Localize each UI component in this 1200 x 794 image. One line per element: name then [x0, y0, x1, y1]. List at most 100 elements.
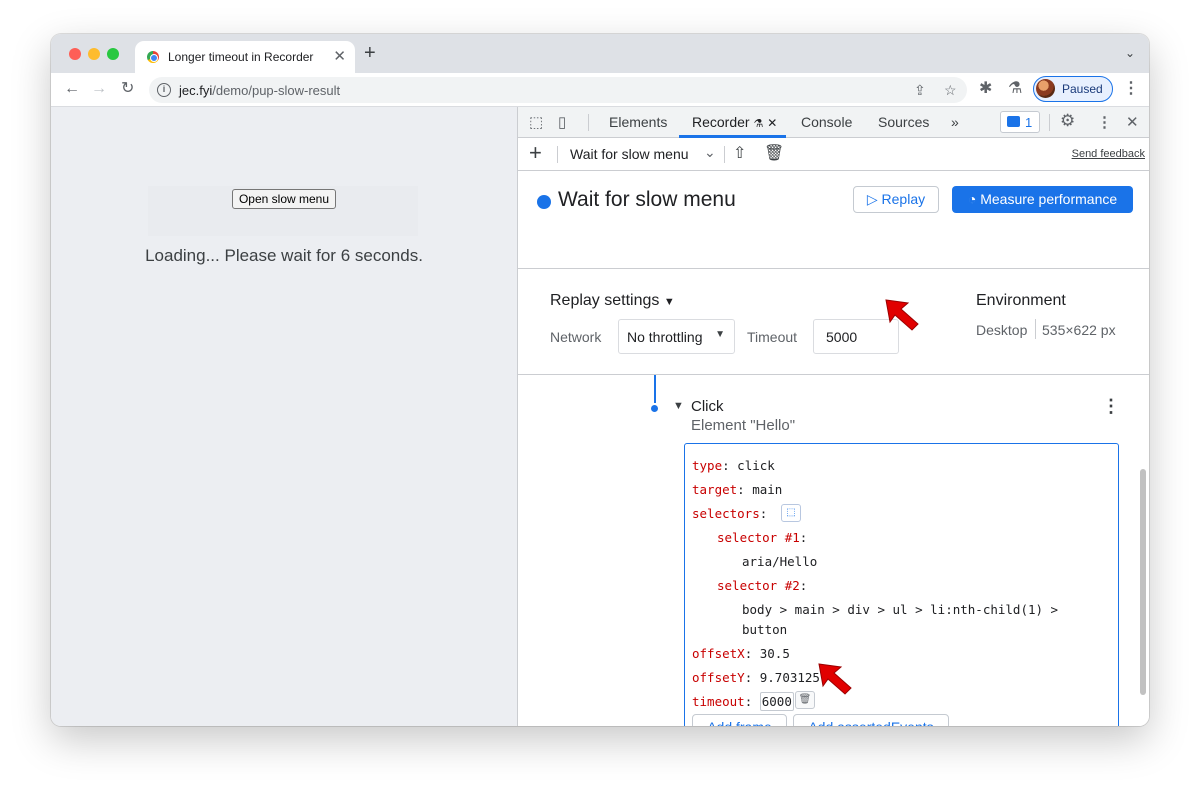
browser-toolbar: ← → ↻ i jec.fyi/demo/pup-slow-result ⇪ ☆…: [51, 73, 1149, 107]
close-tab-icon[interactable]: ✕: [767, 116, 777, 130]
tab-console[interactable]: Console: [801, 114, 852, 130]
browser-menu-icon[interactable]: ⋮: [1123, 80, 1139, 98]
selector-1-value[interactable]: aria/Hello: [742, 554, 817, 569]
environment-size: 535×622 px: [1042, 322, 1116, 338]
delete-property-icon[interactable]: 🗑: [795, 691, 815, 709]
divider: [588, 114, 589, 131]
step-target-row[interactable]: target: main: [692, 482, 782, 497]
step-editor: type: click target: main selectors: ⬚ se…: [684, 443, 1119, 726]
annotation-arrow-icon: [885, 299, 919, 331]
extensions-puzzle-icon[interactable]: ✱: [979, 80, 992, 98]
maximize-window-button[interactable]: [107, 48, 119, 60]
caret-down-icon: ▼: [715, 329, 725, 340]
replay-settings-section: Replay settings ▼ Network No throttling …: [518, 269, 1149, 375]
device-toolbar-icon[interactable]: ▯: [558, 113, 566, 131]
message-icon: [1007, 116, 1020, 127]
create-recording-icon[interactable]: +: [529, 142, 542, 164]
selector-picker-icon[interactable]: ⬚: [781, 504, 801, 522]
page-viewport: Open slow menu Loading... Please wait fo…: [51, 107, 517, 726]
labs-flask-icon[interactable]: ⚗: [1008, 80, 1022, 98]
step-timeout-input[interactable]: 6000: [759, 692, 794, 711]
delete-recording-icon[interactable]: 🗑: [764, 143, 784, 163]
selector-1-key: selector #1:: [717, 530, 808, 545]
tab-sources[interactable]: Sources: [878, 114, 929, 130]
step-title[interactable]: Click: [691, 398, 724, 415]
replay-settings-toggle[interactable]: Replay settings ▼: [550, 292, 675, 310]
back-arrow-icon[interactable]: ←: [64, 80, 80, 98]
tab-elements[interactable]: Elements: [609, 114, 667, 130]
forward-arrow-icon[interactable]: →: [91, 80, 107, 98]
more-tabs-icon[interactable]: »: [951, 114, 959, 130]
step-menu-icon[interactable]: ⋮: [1102, 396, 1120, 417]
export-icon[interactable]: ⇧: [733, 143, 746, 163]
url-text: jec.fyi/demo/pup-slow-result: [179, 83, 341, 98]
selector-2-key: selector #2:: [717, 578, 808, 593]
browser-window: Longer timeout in Recorder ✕ + ⌄ ← → ↻ i…: [51, 34, 1149, 726]
selector-2-value[interactable]: body > main > div > ul > li:nth-child(1)…: [742, 602, 1058, 617]
browser-tab[interactable]: Longer timeout in Recorder ✕: [135, 41, 355, 73]
network-throttling-select[interactable]: No throttling ▼: [618, 319, 735, 354]
info-icon[interactable]: i: [157, 83, 171, 97]
recording-header: Wait for slow menu ▷ Replay ◔ Measure pe…: [518, 171, 1149, 269]
devtools-tab-bar: ⬚ ▯ Elements Recorder ⚗ ✕ Console Source…: [518, 107, 1149, 138]
step-selectors-row: selectors:: [692, 506, 768, 521]
step-type-row[interactable]: type: click: [692, 458, 775, 473]
tab-close-icon[interactable]: ✕: [333, 47, 346, 65]
timeline-dot: [651, 405, 658, 412]
tab-search-chevron-icon[interactable]: ⌄: [1125, 46, 1135, 60]
devtools-panel: ⬚ ▯ Elements Recorder ⚗ ✕ Console Source…: [517, 107, 1149, 726]
annotation-arrow-icon: [818, 663, 852, 695]
experiment-flask-icon: ⚗: [753, 118, 764, 130]
send-feedback-link[interactable]: Send feedback: [1072, 148, 1145, 160]
recording-title[interactable]: Wait for slow menu: [558, 188, 736, 212]
measure-performance-button[interactable]: ◔ Measure performance: [952, 186, 1133, 213]
caret-down-icon: ▼: [663, 296, 675, 308]
close-window-button[interactable]: [69, 48, 81, 60]
network-value: No throttling: [627, 329, 703, 345]
scrollbar-thumb[interactable]: [1140, 469, 1146, 695]
chevron-down-icon[interactable]: ⌄: [704, 144, 716, 161]
bookmark-star-icon[interactable]: ☆: [944, 82, 957, 99]
gauge-icon: ◔: [967, 191, 977, 207]
network-label: Network: [550, 329, 602, 345]
timeline-line: [654, 375, 656, 403]
add-asserted-events-button[interactable]: Add assertedEvents: [793, 714, 949, 726]
tab-title: Longer timeout in Recorder: [168, 50, 314, 64]
issues-count: 1: [1025, 115, 1033, 130]
step-expand-caret-icon[interactable]: ▼: [673, 400, 684, 412]
address-bar[interactable]: i jec.fyi/demo/pup-slow-result ⇪ ☆: [149, 77, 967, 103]
recorder-toolbar: + Wait for slow menu ⌄ ⇧ 🗑 Send feedback: [518, 138, 1149, 171]
share-icon[interactable]: ⇪: [914, 82, 926, 99]
recording-status-dot: [537, 195, 551, 209]
step-offsetx-row[interactable]: offsetX: 30.5: [692, 646, 790, 661]
profile-status: Paused: [1062, 82, 1103, 96]
tab-recorder[interactable]: Recorder ⚗ ✕: [692, 114, 777, 130]
devtools-menu-icon[interactable]: ⋮: [1097, 113, 1112, 131]
recording-select[interactable]: Wait for slow menu: [570, 146, 689, 162]
divider: [724, 146, 725, 163]
timeout-label: Timeout: [747, 329, 798, 345]
issues-counter-button[interactable]: 1: [1000, 111, 1040, 133]
step-subtitle: Element "Hello": [691, 417, 796, 434]
environment-device: Desktop: [976, 322, 1028, 338]
inspect-element-icon[interactable]: ⬚: [529, 113, 543, 131]
environment-title: Environment: [976, 292, 1066, 309]
reload-icon[interactable]: ↻: [121, 80, 134, 98]
profile-paused-button[interactable]: Paused: [1033, 76, 1113, 102]
divider: [1049, 114, 1050, 131]
loading-message: Loading... Please wait for 6 seconds.: [145, 246, 423, 265]
tab-strip: Longer timeout in Recorder ✕ + ⌄: [51, 34, 1149, 73]
open-slow-menu-button[interactable]: Open slow menu: [232, 189, 336, 209]
step-offsety-row[interactable]: offsetY: 9.703125: [692, 670, 820, 685]
close-devtools-icon[interactable]: ✕: [1126, 113, 1139, 131]
settings-gear-icon[interactable]: ⚙: [1060, 111, 1075, 131]
new-tab-button[interactable]: +: [364, 43, 376, 63]
divider: [557, 146, 558, 163]
selector-2-value-cont[interactable]: button: [742, 622, 787, 637]
avatar: [1036, 79, 1055, 98]
favicon-icon: [147, 51, 159, 63]
divider: [1035, 319, 1036, 339]
add-frame-button[interactable]: Add frame: [692, 714, 787, 726]
replay-button[interactable]: ▷ Replay: [853, 186, 939, 213]
minimize-window-button[interactable]: [88, 48, 100, 60]
